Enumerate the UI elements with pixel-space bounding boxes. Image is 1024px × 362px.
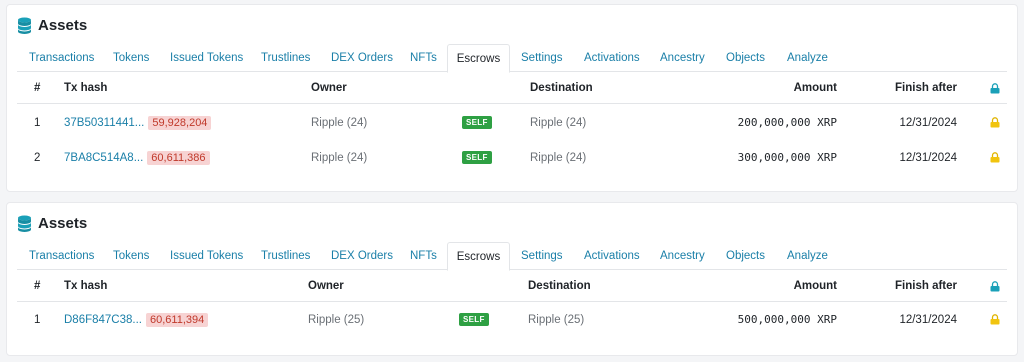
finish-after-date: 12/31/2024	[899, 151, 957, 164]
row-number: 1	[34, 116, 41, 129]
column-header-lock	[990, 73, 1000, 103]
owner-name: Ripple (24)	[311, 116, 368, 129]
column-header-destination: Destination	[528, 280, 591, 292]
panel-header: Assets	[17, 17, 87, 34]
column-header-amount: Amount	[793, 280, 837, 292]
tab-nfts[interactable]: NFTs	[410, 242, 437, 270]
tab-tokens[interactable]: Tokens	[113, 44, 149, 72]
table-header: # Tx hash Owner Destination Amount Finis…	[17, 73, 1007, 104]
column-header-tx-hash: Tx hash	[64, 280, 108, 292]
lock-icon	[990, 117, 1000, 128]
assets-panel-1: Assets Transactions Tokens Issued Tokens…	[6, 4, 1018, 192]
tab-transactions[interactable]: Transactions	[29, 44, 94, 72]
tab-tokens[interactable]: Tokens	[113, 242, 149, 270]
column-header-num: #	[34, 82, 41, 94]
table-row: 1 37B50311441... 59,928,204 Ripple (24) …	[17, 105, 1007, 140]
panel-title: Assets	[38, 17, 88, 34]
tab-analyze[interactable]: Analyze	[787, 44, 828, 72]
tab-trustlines[interactable]: Trustlines	[261, 242, 310, 270]
tab-settings[interactable]: Settings	[521, 242, 563, 270]
tx-hash-link[interactable]: 7BA8C514A8...	[64, 152, 143, 164]
tab-dex-orders[interactable]: DEX Orders	[331, 242, 393, 270]
owner-name: Ripple (24)	[311, 151, 368, 164]
row-lock	[990, 140, 1000, 175]
lock-icon	[990, 280, 1000, 291]
tab-analyze[interactable]: Analyze	[787, 242, 828, 270]
row-lock	[990, 105, 1000, 140]
table-row: 1 D86F847C38... 60,611,394 Ripple (25) S…	[17, 302, 1007, 337]
column-header-owner: Owner	[311, 82, 347, 94]
destination-name: Ripple (24)	[530, 116, 587, 129]
finish-after-date: 12/31/2024	[899, 116, 957, 129]
table-row: 2 7BA8C514A8... 60,611,386 Ripple (24) S…	[17, 140, 1007, 175]
tab-bar: Transactions Tokens Issued Tokens Trustl…	[17, 44, 1007, 73]
tab-objects[interactable]: Objects	[726, 44, 765, 72]
tab-activations[interactable]: Activations	[584, 242, 640, 270]
lock-icon	[990, 82, 1000, 93]
row-lock	[990, 302, 1000, 337]
column-header-finish-after: Finish after	[895, 82, 957, 94]
tab-dex-orders[interactable]: DEX Orders	[331, 44, 393, 72]
tx-hash-link[interactable]: D86F847C38...	[64, 314, 142, 326]
column-header-tx-hash: Tx hash	[64, 82, 108, 94]
tab-trustlines[interactable]: Trustlines	[261, 44, 310, 72]
column-header-lock	[990, 271, 1000, 301]
panel-title: Assets	[38, 215, 88, 232]
tab-settings[interactable]: Settings	[521, 44, 563, 72]
column-header-num: #	[34, 280, 41, 292]
ledger-index-badge[interactable]: 60,611,394	[146, 312, 209, 327]
tab-ancestry[interactable]: Ancestry	[660, 44, 705, 72]
amount: 200,000,000 XRP	[737, 116, 837, 129]
self-badge: SELF	[462, 116, 492, 129]
database-icon	[18, 215, 31, 232]
table-header: # Tx hash Owner Destination Amount Finis…	[17, 271, 1007, 302]
tab-transactions[interactable]: Transactions	[29, 242, 94, 270]
tab-ancestry[interactable]: Ancestry	[660, 242, 705, 270]
tab-objects[interactable]: Objects	[726, 242, 765, 270]
tab-bar: Transactions Tokens Issued Tokens Trustl…	[17, 242, 1007, 271]
finish-after-date: 12/31/2024	[899, 313, 957, 326]
owner-name: Ripple (25)	[308, 313, 365, 326]
tx-hash-link[interactable]: 37B50311441...	[64, 117, 144, 129]
amount: 300,000,000 XRP	[737, 151, 837, 164]
destination-name: Ripple (24)	[530, 151, 587, 164]
column-header-owner: Owner	[308, 280, 344, 292]
tab-activations[interactable]: Activations	[584, 44, 640, 72]
tab-nfts[interactable]: NFTs	[410, 44, 437, 72]
ledger-index-badge[interactable]: 59,928,204	[148, 115, 212, 130]
self-badge: SELF	[462, 151, 492, 164]
tab-issued-tokens[interactable]: Issued Tokens	[170, 242, 243, 270]
tab-escrows[interactable]: Escrows	[447, 44, 510, 73]
amount: 500,000,000 XRP	[737, 313, 837, 326]
panel-header: Assets	[17, 215, 87, 232]
row-number: 1	[34, 313, 41, 326]
database-icon	[18, 17, 31, 34]
self-badge: SELF	[459, 313, 489, 326]
column-header-finish-after: Finish after	[895, 280, 957, 292]
lock-icon	[990, 152, 1000, 163]
column-header-amount: Amount	[793, 82, 837, 94]
row-number: 2	[34, 151, 41, 164]
assets-panel-2: Assets Transactions Tokens Issued Tokens…	[6, 202, 1018, 356]
column-header-destination: Destination	[530, 82, 593, 94]
lock-icon	[990, 314, 1000, 325]
ledger-index-badge[interactable]: 60,611,386	[147, 150, 210, 165]
tab-issued-tokens[interactable]: Issued Tokens	[170, 44, 243, 72]
tab-escrows[interactable]: Escrows	[447, 242, 510, 271]
destination-name: Ripple (25)	[528, 313, 585, 326]
